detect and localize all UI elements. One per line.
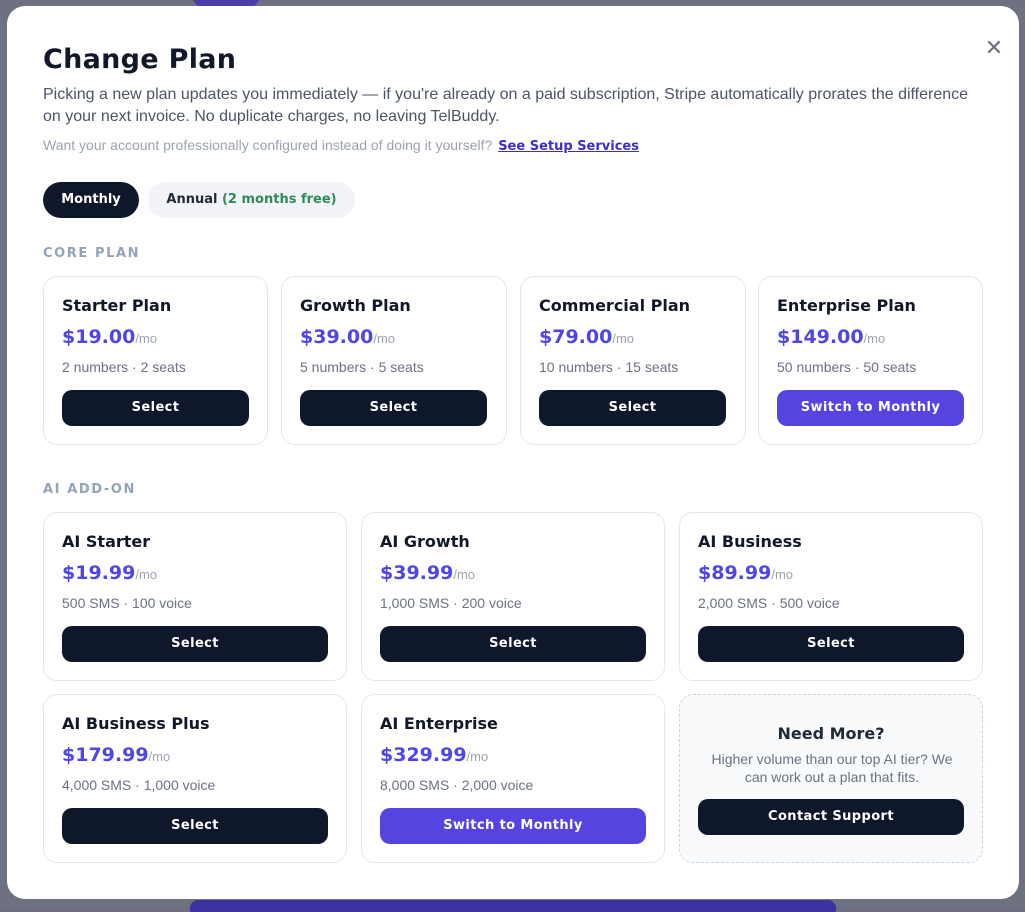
plan-price: $79.00	[539, 326, 613, 348]
plan-name: AI Growth	[380, 532, 470, 551]
plan-period: /mo	[135, 331, 157, 346]
plan-card-enterprise: Enterprise Plan $149.00/mo 50 numbers · …	[758, 276, 983, 445]
plan-allowance: 1,000 SMS · 200 voice	[380, 595, 522, 611]
plan-price: $19.99	[62, 562, 136, 584]
close-icon[interactable]: ✕	[982, 36, 1006, 62]
select-ai-business-plus-button[interactable]: Select	[62, 808, 328, 844]
plan-period: /mo	[148, 749, 171, 764]
monthly-toggle-button[interactable]: Monthly	[43, 182, 139, 218]
plan-allowance: 4,000 SMS · 1,000 voice	[62, 777, 216, 793]
plan-price-row: $19.99/mo	[62, 562, 157, 584]
plan-price: $179.99	[62, 744, 149, 766]
annual-label: Annual	[166, 192, 218, 207]
plan-allowance: 10 numbers · 15 seats	[539, 359, 679, 375]
plan-card-ai-starter: AI Starter $19.99/mo 500 SMS · 100 voice…	[43, 512, 347, 681]
plan-card-growth: Growth Plan $39.00/mo 5 numbers · 5 seat…	[281, 276, 507, 445]
select-ai-growth-button[interactable]: Select	[380, 626, 646, 662]
plan-allowance: 5 numbers · 5 seats	[300, 359, 424, 375]
select-ai-starter-button[interactable]: Select	[62, 626, 328, 662]
annual-bonus-label: (2 months free)	[221, 192, 337, 207]
plan-name: Enterprise Plan	[777, 296, 916, 315]
plan-period: /mo	[466, 749, 489, 764]
plan-name: AI Business	[698, 532, 802, 551]
plan-price: $39.99	[380, 562, 454, 584]
plan-name: AI Starter	[62, 532, 151, 551]
core-plan-section-label: CORE PLAN	[43, 246, 141, 261]
plan-card-ai-enterprise: AI Enterprise $329.99/mo 8,000 SMS · 2,0…	[361, 694, 665, 863]
ai-addon-section-label: AI ADD-ON	[43, 482, 137, 497]
plan-name: Commercial Plan	[539, 296, 691, 315]
select-starter-plan-button[interactable]: Select	[62, 390, 249, 426]
switch-to-monthly-ai-enterprise-button[interactable]: Switch to Monthly	[380, 808, 646, 844]
plan-period: /mo	[453, 567, 475, 582]
plan-price-row: $179.99/mo	[62, 744, 170, 766]
background-banner	[190, 900, 836, 912]
select-commercial-plan-button[interactable]: Select	[539, 390, 726, 426]
plan-period: /mo	[771, 567, 793, 582]
plan-allowance: 2 numbers · 2 seats	[62, 359, 186, 375]
plan-price-row: $89.99/mo	[698, 562, 793, 584]
plan-card-ai-business: AI Business $89.99/mo 2,000 SMS · 500 vo…	[679, 512, 983, 681]
plan-price-row: $39.00/mo	[300, 326, 395, 348]
plan-price-row: $39.99/mo	[380, 562, 475, 584]
contact-support-button[interactable]: Contact Support	[698, 799, 964, 835]
plan-allowance: 500 SMS · 100 voice	[62, 595, 192, 611]
plan-price: $329.99	[380, 744, 467, 766]
change-plan-modal: ✕ Change Plan Picking a new plan updates…	[7, 6, 1019, 899]
plan-allowance: 2,000 SMS · 500 voice	[698, 595, 840, 611]
setup-services-prompt: Want your account professionally configu…	[43, 137, 639, 154]
need-more-card: Need More? Higher volume than our top AI…	[679, 694, 983, 863]
modal-title: Change Plan	[43, 44, 237, 75]
plan-price-row: $19.00/mo	[62, 326, 157, 348]
plan-card-ai-growth: AI Growth $39.99/mo 1,000 SMS · 200 voic…	[361, 512, 665, 681]
plan-period: /mo	[135, 567, 157, 582]
plan-name: Growth Plan	[300, 296, 411, 315]
plan-allowance: 8,000 SMS · 2,000 voice	[380, 777, 534, 793]
plan-allowance: 50 numbers · 50 seats	[777, 359, 917, 375]
plan-card-ai-business-plus: AI Business Plus $179.99/mo 4,000 SMS · …	[43, 694, 347, 863]
plan-price-row: $79.00/mo	[539, 326, 634, 348]
plan-period: /mo	[373, 331, 395, 346]
plan-name: AI Business Plus	[62, 714, 210, 733]
modal-description: Picking a new plan updates you immediate…	[43, 86, 969, 125]
annual-toggle-button[interactable]: Annual (2 months free)	[148, 182, 355, 218]
plan-price-row: $149.00/mo	[777, 326, 885, 348]
switch-to-monthly-enterprise-button[interactable]: Switch to Monthly	[777, 390, 964, 426]
plan-price: $39.00	[300, 326, 374, 348]
setup-prompt-text: Want your account professionally configu…	[43, 137, 493, 153]
plan-card-starter: Starter Plan $19.00/mo 2 numbers · 2 sea…	[43, 276, 268, 445]
plan-price: $19.00	[62, 326, 136, 348]
plan-name: Starter Plan	[62, 296, 172, 315]
see-setup-services-link[interactable]: See Setup Services	[498, 139, 639, 154]
select-ai-business-button[interactable]: Select	[698, 626, 964, 662]
plan-period: /mo	[863, 331, 886, 346]
plan-period: /mo	[612, 331, 634, 346]
need-more-title: Need More?	[777, 724, 885, 743]
plan-name: AI Enterprise	[380, 714, 498, 733]
plan-card-commercial: Commercial Plan $79.00/mo 10 numbers · 1…	[520, 276, 746, 445]
plan-price: $89.99	[698, 562, 772, 584]
plan-price: $149.00	[777, 326, 864, 348]
need-more-description: Higher volume than our top AI tier? We c…	[711, 751, 953, 785]
plan-price-row: $329.99/mo	[380, 744, 488, 766]
select-growth-plan-button[interactable]: Select	[300, 390, 487, 426]
